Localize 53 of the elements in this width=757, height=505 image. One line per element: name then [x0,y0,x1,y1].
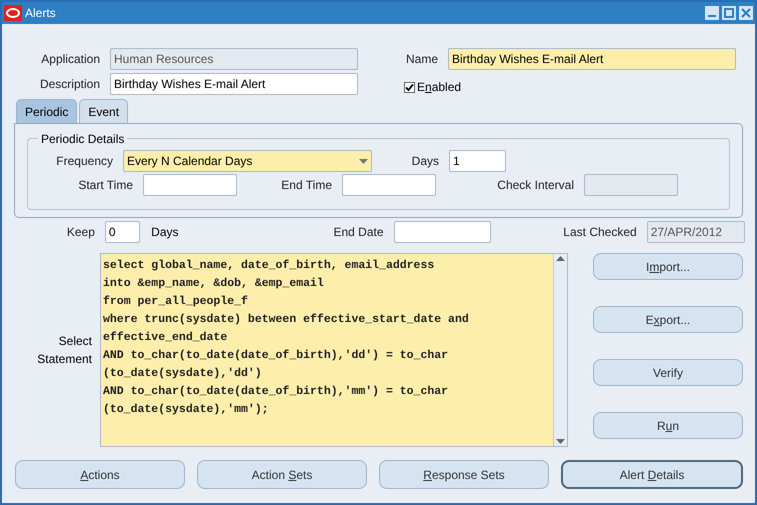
scroll-up-icon[interactable] [556,256,565,261]
frequency-dropdown[interactable]: Every N Calendar Days [123,150,372,172]
days-field[interactable]: 1 [449,150,506,172]
field-label: End Date [333,224,384,241]
field-label: Start Time [78,177,133,194]
statement-textarea[interactable] [100,253,568,447]
code-line: select global_name, date_of_birth, email_address [103,258,436,274]
field-label: Select Statement [37,333,92,368]
side-button[interactable]: Verify [593,359,743,386]
app-logo-icon [4,5,22,21]
scrollbar[interactable] [553,254,567,446]
scroll-down-icon[interactable] [556,439,565,444]
field-label: Last Checked [563,224,637,241]
code-line: (to_date(sysdate),'dd') [103,366,263,382]
tab[interactable]: Periodic [16,99,78,123]
maximize-icon[interactable] [722,6,736,20]
code-line: (to_date(sysdate),'mm'); [103,402,270,418]
action-button[interactable]: Response Sets [379,460,549,489]
name-field[interactable]: Birthday Wishes E-mail Alert [448,48,736,70]
action-button[interactable]: Actions [15,460,185,489]
side-button[interactable]: Export... [593,306,743,333]
unit-label: Days [151,224,180,241]
field-label: Description [40,76,100,93]
code-line: into &emp_name, &dob, &emp_email [103,276,325,292]
minimize-icon[interactable] [705,6,719,20]
checkbox-label: Enabled [417,79,462,96]
field-label: Application [41,51,100,68]
code-line: AND to_char(to_date(date_of_birth),'dd') = to_char [103,348,450,364]
description-field[interactable]: Birthday Wishes E-mail Alert [110,73,358,95]
field-label: Frequency [56,153,113,170]
enabled-checkbox[interactable] [404,82,415,92]
close-icon[interactable] [739,6,753,20]
start-time-field[interactable] [143,174,237,196]
dropdown-arrow-icon [359,158,368,164]
end-date-field[interactable] [394,221,491,243]
check-icon [405,82,414,92]
field-label: Name [406,51,438,68]
field-label: Keep [66,224,95,241]
code-line: from per_all_people_f [103,294,249,310]
keep-field[interactable]: 0 [104,221,140,243]
end-time-field[interactable] [342,174,436,196]
code-line: where trunc(sysdate) between effective_start_date and [103,312,470,328]
field-label: End Time [281,177,332,194]
action-button[interactable]: Action Sets [197,460,367,489]
side-button[interactable]: Run [593,412,743,439]
side-button[interactable]: Import... [593,253,743,280]
window-title: Alerts [25,5,57,22]
action-button[interactable]: Alert Details [561,460,743,489]
field-label: Check Interval [497,177,574,194]
tab[interactable]: Event [79,99,128,123]
code-line: effective_end_date [103,330,228,346]
field-label: Days [412,153,439,170]
code-line: AND to_char(to_date(date_of_birth),'mm') = to_char [103,384,450,400]
